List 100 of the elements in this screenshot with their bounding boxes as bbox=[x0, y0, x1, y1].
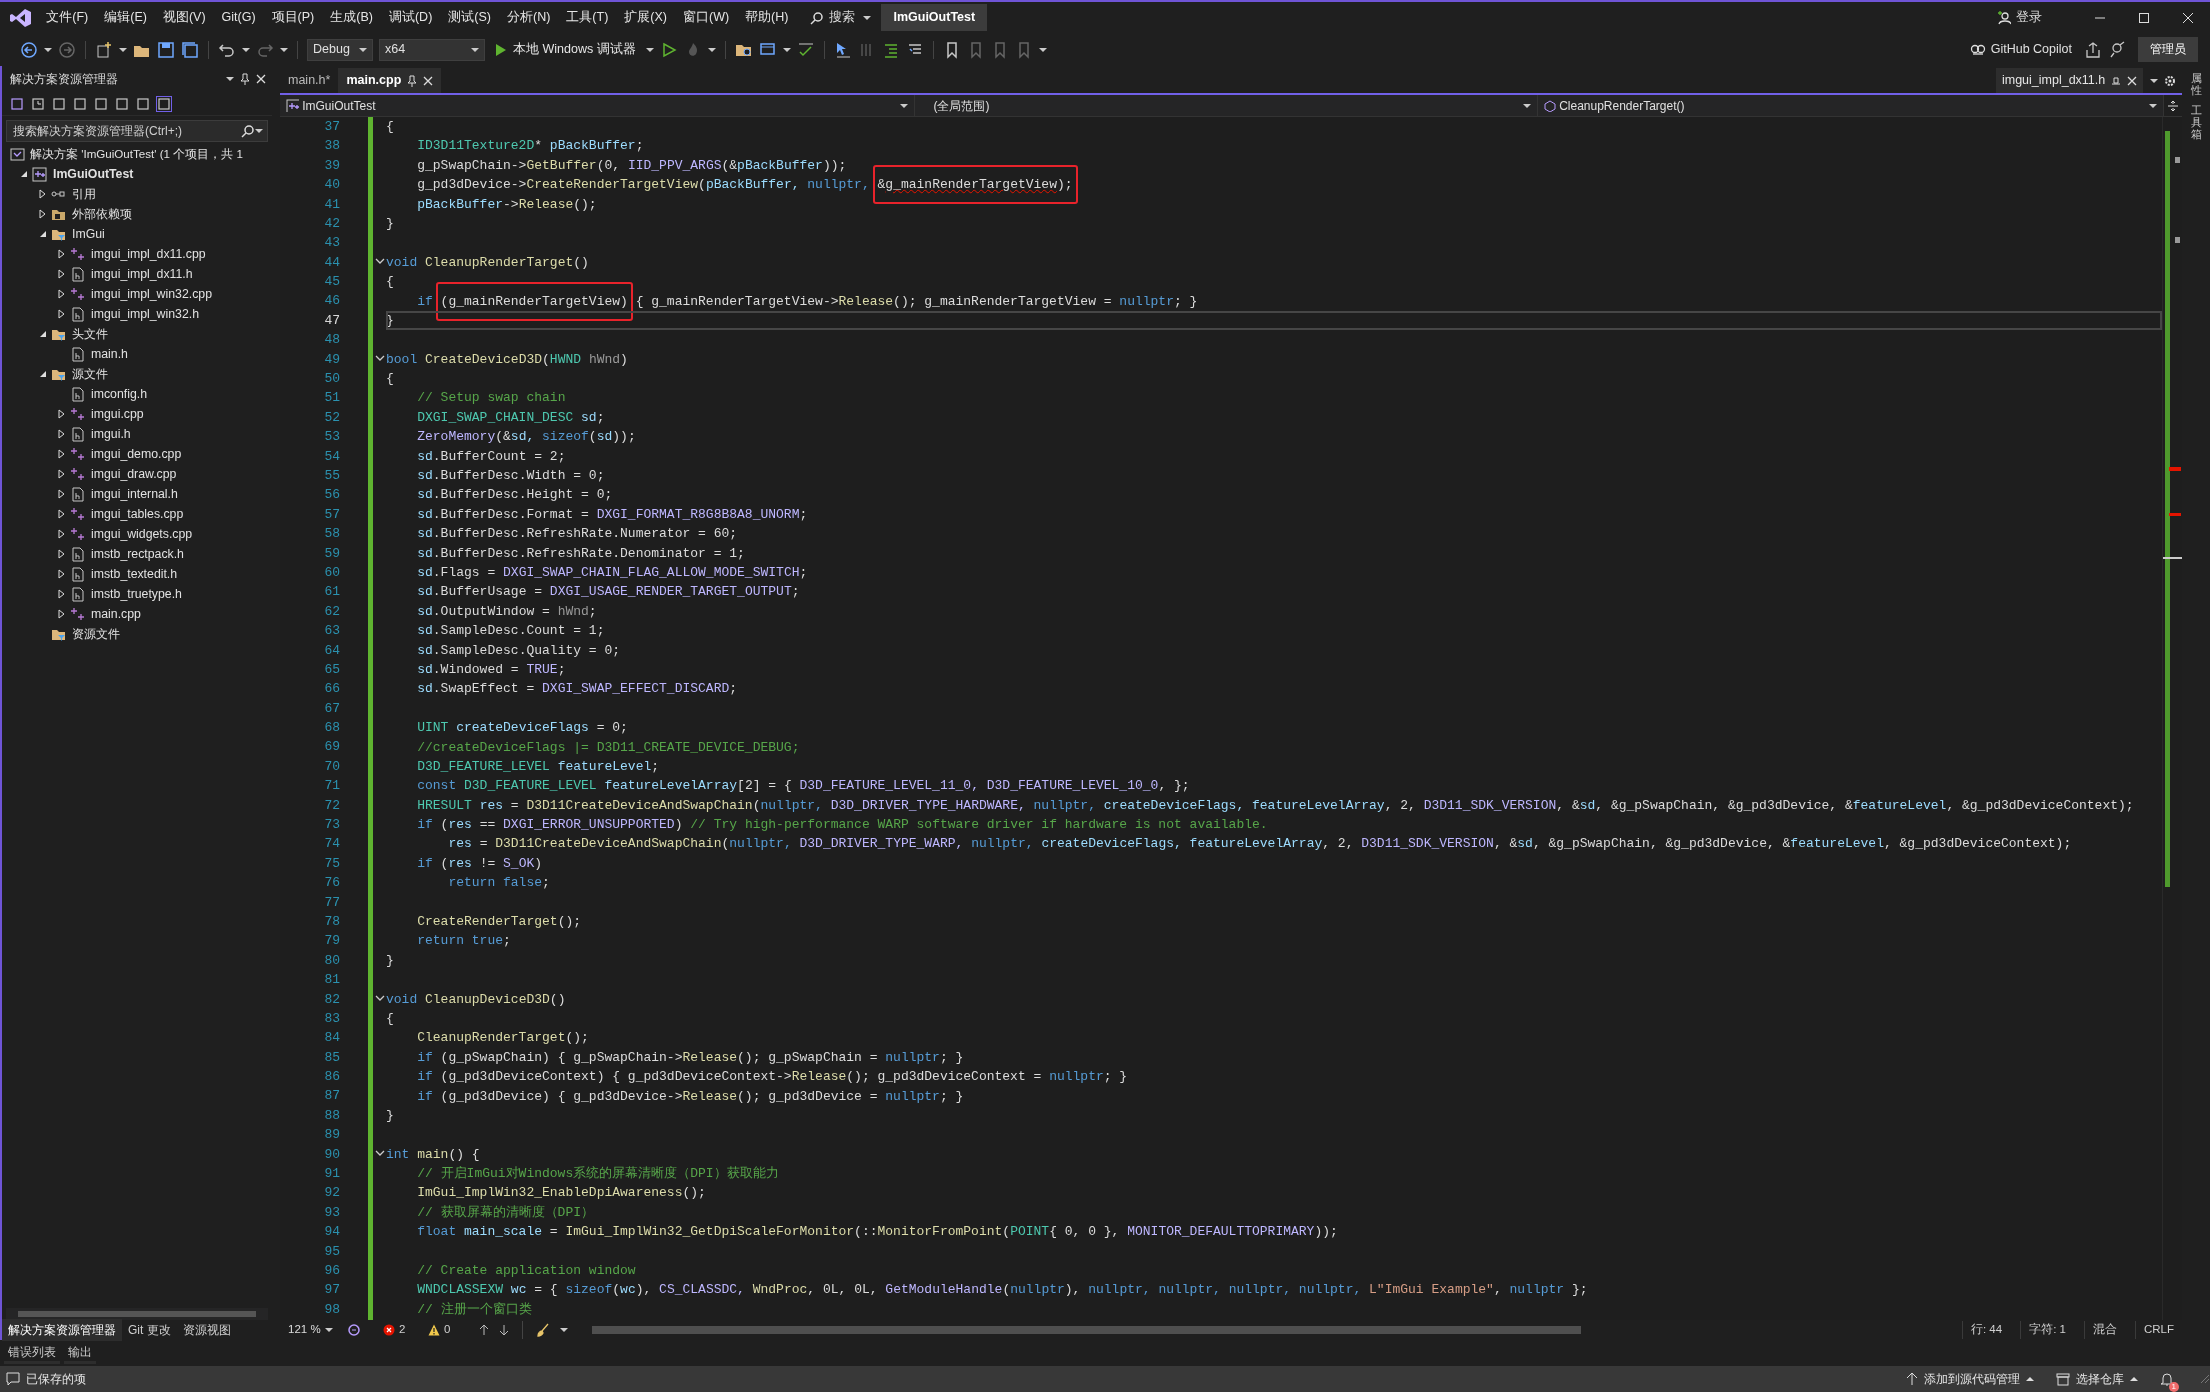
caret-icon[interactable] bbox=[471, 46, 479, 53]
menu-item[interactable]: 工具(T) bbox=[558, 8, 617, 27]
spellcheck-icon[interactable] bbox=[796, 40, 815, 59]
expand-arrow-icon[interactable] bbox=[56, 428, 66, 440]
menu-item[interactable]: 帮助(H) bbox=[737, 8, 797, 27]
settings-icon[interactable] bbox=[2163, 74, 2176, 87]
caret-icon[interactable] bbox=[782, 46, 791, 53]
caret-icon[interactable] bbox=[1038, 46, 1047, 53]
tree-item[interactable]: imgui_draw.cpp bbox=[91, 464, 177, 484]
tree-item[interactable]: imgui_impl_dx11.cpp bbox=[91, 244, 206, 264]
tree-item[interactable]: 源文件 bbox=[72, 364, 108, 384]
caret-icon[interactable] bbox=[560, 1327, 569, 1333]
tree-item[interactable]: imgui_demo.cpp bbox=[91, 444, 182, 464]
warning-icon[interactable] bbox=[428, 1324, 440, 1336]
close-icon[interactable] bbox=[423, 75, 434, 86]
expand-arrow-icon[interactable] bbox=[56, 488, 66, 500]
side-tab[interactable]: 工具箱 bbox=[2190, 104, 2202, 141]
pin-icon[interactable] bbox=[407, 74, 418, 87]
tree-item[interactable]: imgui_impl_dx11.h bbox=[91, 264, 193, 284]
caret-icon[interactable] bbox=[2148, 102, 2157, 109]
caret-icon[interactable] bbox=[900, 102, 908, 109]
panel-tab[interactable]: 资源视图 bbox=[176, 1319, 237, 1341]
member-dropdown[interactable]: CleanupRenderTarget() bbox=[1538, 95, 2164, 116]
file-tab[interactable]: main.cpp bbox=[338, 68, 442, 93]
expand-arrow-icon[interactable] bbox=[37, 188, 47, 200]
tree-item[interactable]: imgui_impl_win32.cpp bbox=[91, 284, 212, 304]
admin-button[interactable]: 管理员 bbox=[2138, 36, 2198, 63]
caret-icon[interactable] bbox=[863, 14, 872, 21]
tree-item[interactable]: ImGuiOutTest bbox=[53, 164, 134, 184]
menu-item[interactable]: Git(G) bbox=[213, 8, 264, 27]
expand-arrow-icon[interactable] bbox=[56, 408, 66, 420]
tree-item[interactable]: imstb_textedit.h bbox=[91, 564, 178, 584]
panel-tab[interactable]: 解决方案资源管理器 bbox=[2, 1319, 122, 1341]
tree-item[interactable]: imstb_truetype.h bbox=[91, 584, 182, 604]
tree-item[interactable]: imstb_rectpack.h bbox=[91, 544, 184, 564]
tree-item[interactable]: 头文件 bbox=[72, 324, 108, 344]
tree-item[interactable]: 外部依赖项 bbox=[72, 204, 132, 224]
close-icon[interactable] bbox=[256, 74, 266, 84]
expand-arrow-icon[interactable] bbox=[56, 568, 66, 580]
message-icon[interactable] bbox=[6, 1372, 20, 1386]
menu-item[interactable]: 生成(B) bbox=[322, 8, 381, 27]
caret-icon[interactable] bbox=[1523, 102, 1531, 109]
share-icon[interactable] bbox=[2084, 40, 2102, 59]
tree-item[interactable]: imgui.cpp bbox=[91, 404, 144, 424]
tree-item[interactable]: imgui_impl_win32.h bbox=[91, 304, 199, 324]
error-count[interactable]: 2 bbox=[399, 1321, 406, 1339]
search-field[interactable]: 搜索解决方案资源管理器(Ctrl+;) bbox=[6, 120, 268, 142]
expand-arrow-icon[interactable] bbox=[56, 308, 66, 320]
tree-item[interactable]: imgui_internal.h bbox=[91, 484, 178, 504]
menu-item[interactable]: 视图(V) bbox=[154, 8, 214, 27]
tree-item[interactable]: 资源文件 bbox=[72, 624, 120, 644]
project-dropdown[interactable]: ImGuiOutTest bbox=[280, 95, 915, 116]
menu-item[interactable]: 项目(P) bbox=[263, 8, 323, 27]
expand-arrow-icon[interactable] bbox=[56, 528, 66, 540]
menu-item[interactable]: 窗口(W) bbox=[674, 8, 738, 27]
caret-icon[interactable] bbox=[324, 1327, 333, 1333]
copilot-button[interactable]: GitHub Copilot bbox=[1963, 39, 2078, 60]
caret-icon[interactable] bbox=[44, 46, 52, 53]
expand-arrow-icon[interactable] bbox=[37, 208, 47, 220]
zoom-dropdown[interactable]: 121 % bbox=[284, 1321, 337, 1339]
caret-icon[interactable] bbox=[2149, 77, 2158, 84]
expand-arrow-icon[interactable] bbox=[56, 288, 66, 300]
down-arrow-icon[interactable] bbox=[499, 1324, 510, 1336]
brush-icon[interactable] bbox=[536, 1323, 551, 1337]
caret-icon[interactable] bbox=[119, 46, 127, 53]
scope-dropdown[interactable]: (全局范围) bbox=[915, 95, 1538, 116]
error-icon[interactable] bbox=[383, 1324, 396, 1336]
caret-icon[interactable] bbox=[255, 128, 263, 134]
split-icon[interactable] bbox=[2166, 99, 2179, 112]
source-control-button[interactable]: 添加到源代码管理 bbox=[1898, 1370, 2042, 1388]
tree-item[interactable]: main.h bbox=[91, 344, 128, 364]
menu-item[interactable]: 编辑(E) bbox=[96, 8, 155, 27]
sign-in-button[interactable]: 登录 bbox=[1991, 7, 2048, 28]
expand-arrow-icon[interactable] bbox=[56, 548, 66, 560]
search-button[interactable]: 搜索 bbox=[802, 8, 864, 27]
bell-icon[interactable] bbox=[2160, 1372, 2174, 1388]
panel-tab[interactable]: Git 更改 bbox=[122, 1319, 177, 1341]
up-arrow-icon[interactable] bbox=[479, 1324, 490, 1337]
close-icon[interactable] bbox=[2182, 11, 2194, 24]
preview-tab[interactable]: imgui_impl_dx11.h bbox=[1995, 68, 2144, 93]
tree-item[interactable]: 引用 bbox=[72, 184, 96, 204]
caret-icon[interactable] bbox=[225, 76, 234, 82]
warning-count[interactable]: 0 bbox=[444, 1321, 451, 1339]
caret-icon[interactable] bbox=[707, 46, 716, 53]
menu-item[interactable]: 扩展(X) bbox=[616, 8, 675, 27]
tree-item[interactable]: imgui.h bbox=[91, 424, 131, 444]
caret-icon[interactable] bbox=[359, 46, 367, 53]
search-icon[interactable] bbox=[241, 124, 255, 138]
tree-item[interactable]: main.cpp bbox=[91, 604, 141, 624]
new-item-icon[interactable] bbox=[95, 40, 113, 59]
indentation-mode[interactable]: 混合 bbox=[2083, 1321, 2125, 1339]
side-tab[interactable]: 属性 bbox=[2190, 72, 2202, 97]
caret-icon[interactable] bbox=[645, 46, 654, 53]
tree-item[interactable]: imgui_widgets.cpp bbox=[91, 524, 193, 544]
expand-arrow-icon[interactable] bbox=[56, 468, 66, 480]
pin-icon[interactable] bbox=[239, 73, 250, 85]
forward-icon[interactable] bbox=[58, 40, 76, 59]
save-icon[interactable] bbox=[157, 40, 175, 59]
menu-item[interactable]: 分析(N) bbox=[498, 8, 559, 27]
caret-icon[interactable] bbox=[242, 46, 250, 53]
